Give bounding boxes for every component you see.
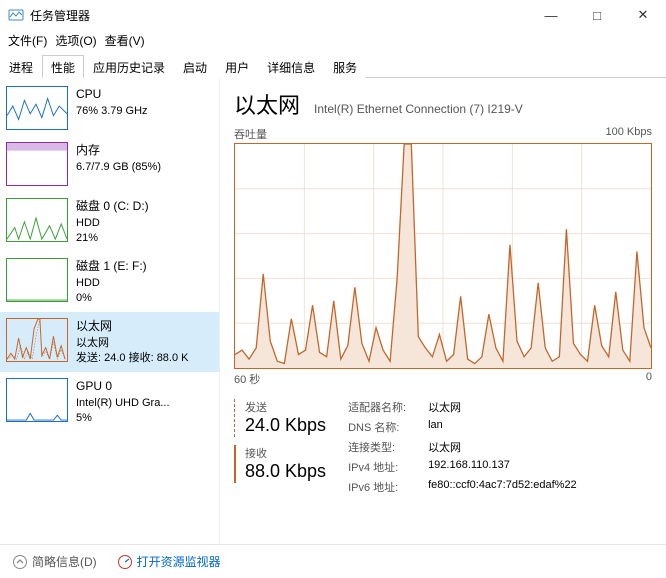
sidebar-disk1-name: 磁盘 1 (E: F:) — [76, 258, 147, 274]
tab-bar: 进程 性能 应用历史记录 启动 用户 详细信息 服务 — [0, 54, 666, 78]
menu-options[interactable]: 选项(O) — [51, 30, 100, 50]
connection-type-value: 以太网 — [428, 439, 461, 455]
receive-label: 接收 — [245, 445, 326, 461]
sidebar-memory-usage: 6.7/7.9 GB (85%) — [76, 160, 161, 175]
receive-legend-bar — [234, 445, 237, 483]
dns-name-key: DNS 名称: — [348, 419, 428, 435]
sidebar-disk0-name: 磁盘 0 (C: D:) — [76, 198, 149, 214]
sidebar-disk1-usage: 0% — [76, 291, 147, 306]
maximize-button[interactable]: □ — [574, 0, 620, 30]
sidebar-gpu-usage: 5% — [76, 411, 170, 426]
chart-label-throughput: 吞吐量 — [234, 126, 267, 142]
ipv4-key: IPv4 地址: — [348, 459, 428, 475]
dns-name-value: lan — [428, 419, 443, 435]
sidebar-disk0-usage: 21% — [76, 231, 149, 246]
tab-app-history[interactable]: 应用历史记录 — [84, 55, 174, 78]
resource-monitor-icon[interactable] — [117, 554, 133, 570]
chart-label-scale: 100 Kbps — [606, 126, 652, 142]
performance-sidebar: CPU 76% 3.79 GHz 内存 6.7/7.9 GB (85%) 磁盘 … — [0, 78, 220, 544]
send-value: 24.0 Kbps — [245, 415, 326, 436]
open-resource-monitor-link[interactable]: 打开资源监视器 — [137, 553, 221, 570]
window-title: 任务管理器 — [30, 7, 528, 24]
tab-details[interactable]: 详细信息 — [258, 55, 324, 78]
throughput-chart — [234, 143, 652, 369]
sidebar-item-disk0[interactable]: 磁盘 0 (C: D:) HDD 21% — [0, 192, 219, 252]
adapter-name-key: 适配器名称: — [348, 399, 428, 415]
connection-type-key: 连接类型: — [348, 439, 428, 455]
ipv6-value: fe80::ccf0:4ac7:7d52:edaf%22 — [428, 479, 577, 495]
sidebar-gpu-name: GPU 0 — [76, 378, 170, 394]
send-legend-bar — [234, 399, 237, 437]
sidebar-ethernet-name: 以太网 — [76, 318, 189, 334]
receive-value: 88.0 Kbps — [245, 461, 326, 482]
sidebar-item-memory[interactable]: 内存 6.7/7.9 GB (85%) — [0, 136, 219, 192]
chevron-up-icon[interactable] — [12, 554, 28, 570]
tab-services[interactable]: 服务 — [324, 55, 366, 78]
ipv6-key: IPv6 地址: — [348, 479, 428, 495]
sidebar-item-disk1[interactable]: 磁盘 1 (E: F:) HDD 0% — [0, 252, 219, 312]
adapter-model: Intel(R) Ethernet Connection (7) I219-V — [314, 102, 523, 116]
page-title: 以太网 — [234, 88, 300, 120]
app-icon — [8, 7, 24, 23]
brief-info-link[interactable]: 简略信息(D) — [32, 553, 97, 570]
sidebar-memory-name: 内存 — [76, 142, 161, 158]
sidebar-cpu-usage: 76% 3.79 GHz — [76, 104, 148, 119]
sidebar-gpu-model: Intel(R) UHD Gra... — [76, 396, 170, 411]
adapter-name-value: 以太网 — [428, 399, 461, 415]
title-bar: 任务管理器 — □ ✕ — [0, 0, 666, 30]
chart-axis-left: 60 秒 — [234, 371, 260, 387]
sidebar-disk1-type: HDD — [76, 276, 147, 291]
close-button[interactable]: ✕ — [620, 0, 666, 30]
menu-bar: 文件(F) 选项(O) 查看(V) — [0, 30, 666, 50]
sidebar-cpu-name: CPU — [76, 86, 148, 102]
chart-axis-right: 0 — [646, 371, 652, 387]
ipv4-value: 192.168.110.137 — [428, 459, 510, 475]
sidebar-item-gpu[interactable]: GPU 0 Intel(R) UHD Gra... 5% — [0, 372, 219, 432]
minimize-button[interactable]: — — [528, 0, 574, 30]
sidebar-ethernet-throughput: 发送: 24.0 接收: 88.0 K — [76, 351, 189, 366]
sidebar-ethernet-type: 以太网 — [76, 336, 189, 351]
main-panel: 以太网 Intel(R) Ethernet Connection (7) I21… — [220, 78, 666, 544]
footer-bar: 简略信息(D) 打开资源监视器 — [0, 544, 666, 578]
tab-processes[interactable]: 进程 — [0, 55, 42, 78]
throughput-stats: 发送 24.0 Kbps 接收 88.0 Kbps — [234, 399, 326, 499]
tab-performance[interactable]: 性能 — [42, 55, 84, 78]
sidebar-disk0-type: HDD — [76, 216, 149, 231]
send-label: 发送 — [245, 399, 326, 415]
connection-details: 适配器名称:以太网 DNS 名称:lan 连接类型:以太网 IPv4 地址:19… — [348, 399, 577, 499]
menu-file[interactable]: 文件(F) — [4, 30, 51, 50]
sidebar-item-ethernet[interactable]: 以太网 以太网 发送: 24.0 接收: 88.0 K — [0, 312, 219, 372]
sidebar-item-cpu[interactable]: CPU 76% 3.79 GHz — [0, 80, 219, 136]
tab-startup[interactable]: 启动 — [174, 55, 216, 78]
tab-users[interactable]: 用户 — [216, 55, 258, 78]
content-area: CPU 76% 3.79 GHz 内存 6.7/7.9 GB (85%) 磁盘 … — [0, 78, 666, 544]
menu-view[interactable]: 查看(V) — [101, 30, 149, 50]
